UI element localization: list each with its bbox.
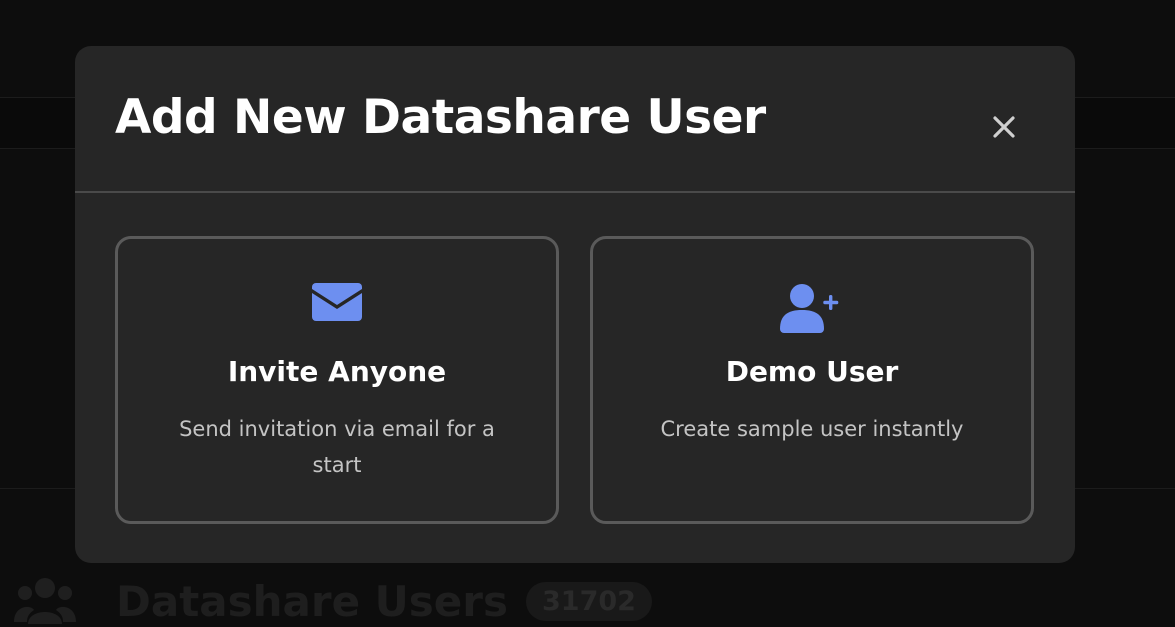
add-user-modal: Add New Datashare User Invite Anyone Sen… <box>75 46 1075 563</box>
page: Datashare Users 31702 Add New Datashare … <box>0 0 1175 627</box>
background-section-header: Datashare Users 31702 <box>14 566 652 627</box>
user-plus-icon <box>780 284 839 333</box>
demo-user-title: Demo User <box>725 355 899 388</box>
option-cards: Invite Anyone Send invitation via email … <box>115 236 1035 524</box>
demo-user-card[interactable]: Demo User Create sample user instantly <box>590 236 1034 524</box>
modal-title: Add New Datashare User <box>115 90 766 145</box>
close-button[interactable] <box>985 108 1023 146</box>
invite-anyone-description: Send invitation via email for a start <box>179 417 495 477</box>
modal-header: Add New Datashare User <box>75 46 1075 193</box>
envelope-icon <box>312 283 362 321</box>
background-section-title: Datashare Users <box>116 576 508 626</box>
demo-user-description: Create sample user instantly <box>660 417 964 441</box>
invite-anyone-card[interactable]: Invite Anyone Send invitation via email … <box>115 236 559 524</box>
users-icon <box>14 578 76 624</box>
invite-anyone-title: Invite Anyone <box>227 355 447 388</box>
close-icon <box>993 116 1015 138</box>
user-count-badge: 31702 <box>526 581 652 621</box>
